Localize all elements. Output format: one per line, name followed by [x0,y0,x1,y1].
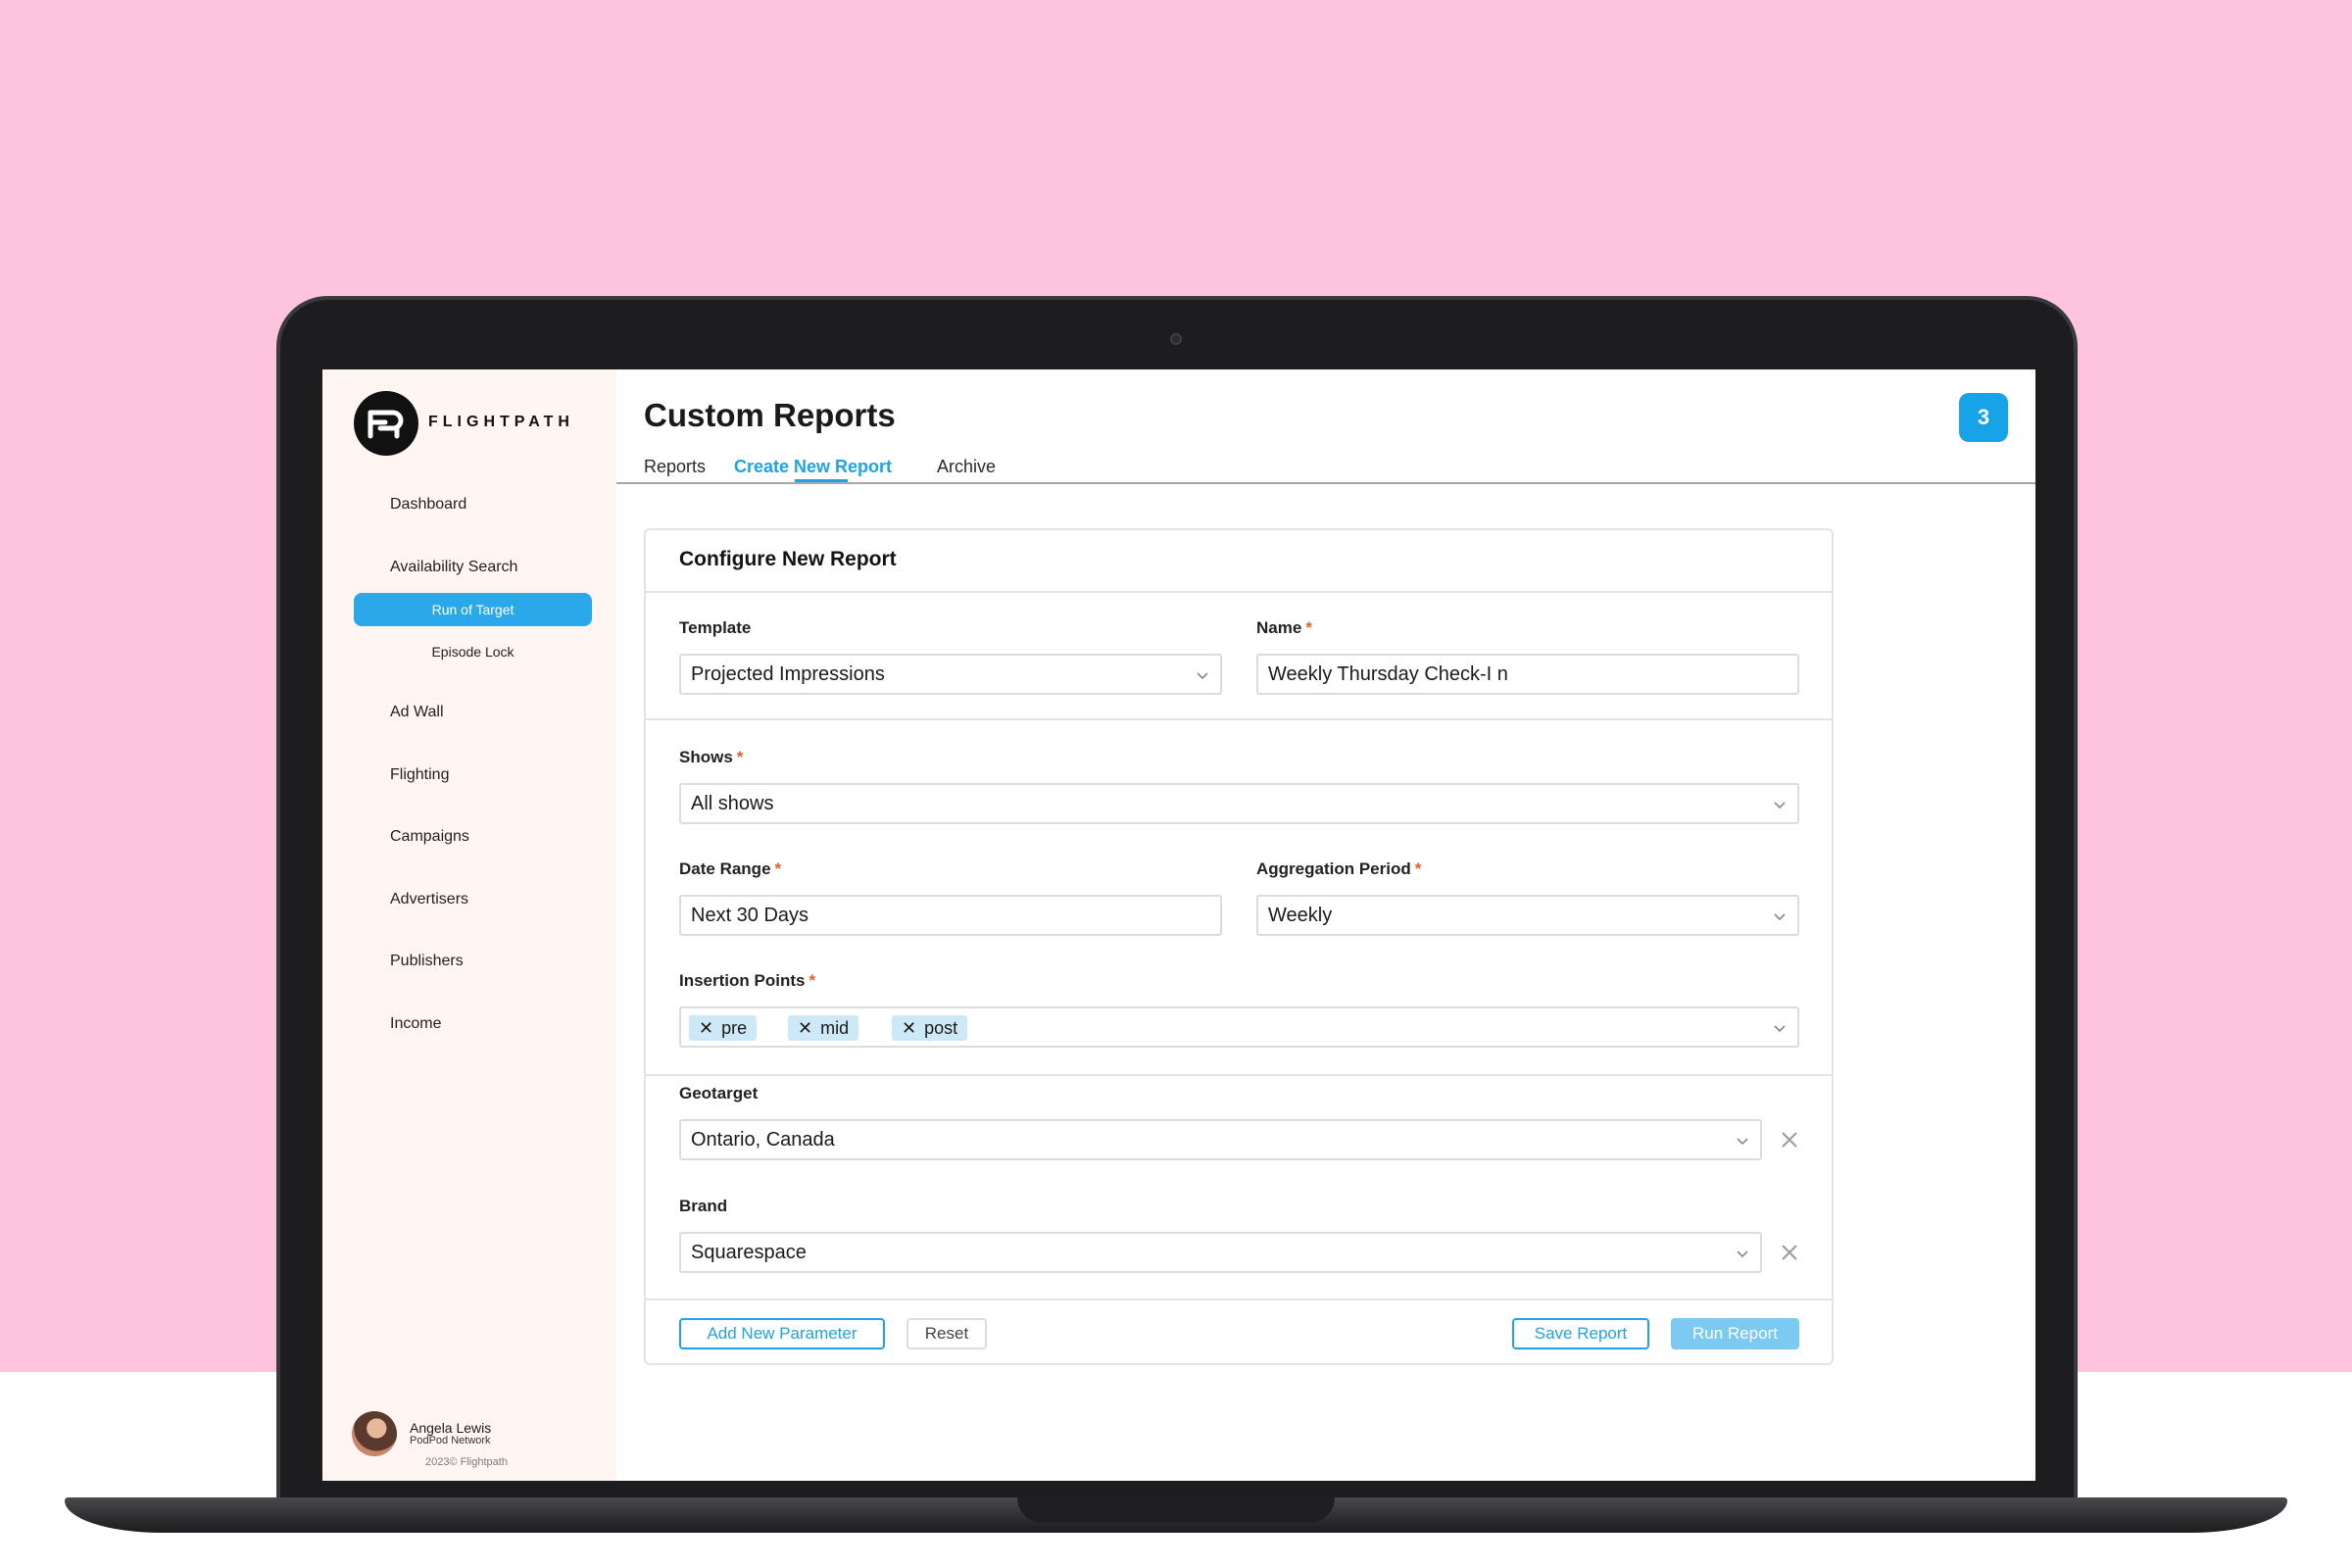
shows-select[interactable]: All shows [679,783,1799,824]
shows-value: All shows [691,793,774,814]
aggregation-select[interactable]: Weekly [1256,895,1799,936]
template-select[interactable]: Projected Impressions [679,654,1222,695]
divider [646,1298,1832,1300]
sidebar-item-ad-wall[interactable]: Ad Wall [390,704,444,721]
chevron-down-icon [1774,1025,1786,1033]
sidebar-item-campaigns[interactable]: Campaigns [390,828,469,846]
sidebar: FLIGHTPATH Dashboard Availability Search… [322,369,616,1481]
shows-label: Shows * [679,748,744,766]
brand-label: Brand [679,1197,728,1215]
remove-chip-icon[interactable]: ✕ [902,1018,916,1038]
brand-name: FLIGHTPATH [428,414,574,430]
template-label: Template [679,618,752,637]
remove-brand-icon[interactable] [1781,1244,1798,1261]
page-title: Custom Reports [644,397,896,433]
chip-post[interactable]: ✕ post [892,1015,968,1041]
divider [646,1074,1832,1076]
name-value: Weekly Thursday Check-I n [1268,663,1508,685]
date-range-label: Date Range * [679,859,782,878]
chip-mid[interactable]: ✕ mid [788,1015,859,1041]
sidebar-item-income[interactable]: Income [390,1015,441,1033]
geotarget-select[interactable]: Ontario, Canada [679,1119,1762,1160]
aggregation-value: Weekly [1268,905,1333,926]
tab-create-new-report[interactable]: Create New Report [734,457,892,477]
template-value: Projected Impressions [691,663,885,685]
camera-icon [1170,333,1182,345]
divider [646,718,1832,720]
chip-pre[interactable]: ✕ pre [689,1015,758,1041]
user-name: Angela Lewis [410,1420,492,1436]
active-tab-indicator [795,479,848,482]
geotarget-value: Ontario, Canada [691,1129,835,1151]
notification-badge[interactable]: 3 [1959,393,2008,442]
chevron-down-icon [1197,672,1208,680]
chevron-down-icon [1774,913,1786,921]
brand-value: Squarespace [691,1242,807,1263]
logo-icon [354,391,418,456]
date-range-value: Next 30 Days [691,905,809,926]
geotarget-label: Geotarget [679,1084,759,1102]
sidebar-item-publishers[interactable]: Publishers [390,953,464,970]
configure-report-card: Configure New Report Template Projected … [644,528,1834,1365]
chevron-down-icon [1774,802,1786,809]
remove-chip-icon[interactable]: ✕ [798,1018,812,1038]
sidebar-item-episode-lock[interactable]: Episode Lock [354,635,592,668]
divider [646,591,1832,593]
reset-button[interactable]: Reset [906,1318,987,1349]
sidebar-item-flighting[interactable]: Flighting [390,766,449,784]
add-parameter-button[interactable]: Add New Parameter [679,1318,885,1349]
copyright: 2023© Flightpath [425,1456,508,1468]
laptop-notch [1017,1497,1335,1523]
tab-archive[interactable]: Archive [937,457,996,477]
chevron-down-icon [1737,1138,1748,1146]
insertion-points-label: Insertion Points * [679,971,816,990]
chevron-down-icon [1737,1250,1748,1258]
sidebar-item-dashboard[interactable]: Dashboard [390,496,466,514]
sidebar-item-advertisers[interactable]: Advertisers [390,891,468,908]
name-input[interactable]: Weekly Thursday Check-I n [1256,654,1799,695]
run-report-button[interactable]: Run Report [1671,1318,1799,1349]
save-report-button[interactable]: Save Report [1512,1318,1649,1349]
brand-select[interactable]: Squarespace [679,1232,1762,1273]
remove-geotarget-icon[interactable] [1781,1131,1798,1149]
card-title: Configure New Report [679,548,897,570]
sidebar-item-availability-search[interactable]: Availability Search [390,559,517,576]
user-org: PodPod Network [410,1435,491,1446]
tabs-divider [616,482,2035,484]
tab-reports[interactable]: Reports [644,457,706,477]
app-screen: FLIGHTPATH Dashboard Availability Search… [322,369,2035,1481]
name-label: Name * [1256,618,1312,637]
remove-chip-icon[interactable]: ✕ [699,1018,713,1038]
insertion-points-select[interactable]: ✕ pre ✕ mid ✕ post [679,1006,1799,1048]
date-range-input[interactable]: Next 30 Days [679,895,1222,936]
avatar[interactable] [352,1411,397,1456]
sidebar-item-run-of-target[interactable]: Run of Target [354,593,592,626]
aggregation-label: Aggregation Period * [1256,859,1422,878]
